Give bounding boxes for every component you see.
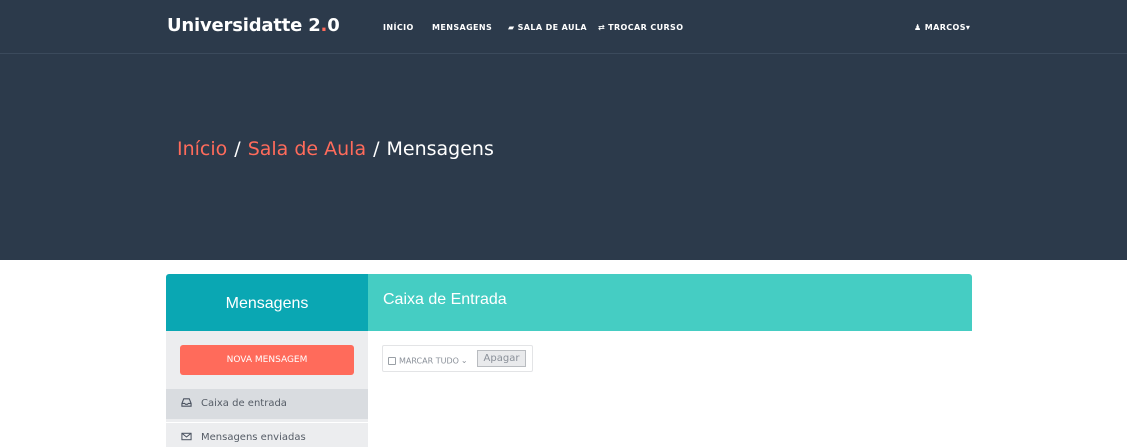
brand-logo[interactable]: Universidatte 2.0 bbox=[167, 15, 340, 36]
select-all-checkbox[interactable] bbox=[388, 356, 396, 365]
select-all-label: MARCAR TUDO bbox=[399, 356, 459, 366]
top-navbar: Universidatte 2.0 INÍCIO MENSAGENS ▰ SALA… bbox=[0, 0, 1127, 54]
user-menu[interactable]: ♟ MARCOS▾ bbox=[914, 23, 970, 32]
sidebar: NOVA MENSAGEM Caixa de entrada Mensagens… bbox=[166, 331, 368, 447]
nav-link-mensagens[interactable]: MENSAGENS bbox=[432, 23, 492, 32]
main-header: Caixa de Entrada bbox=[368, 274, 972, 331]
chevron-down-icon: ⌄ bbox=[460, 356, 468, 366]
sidebar-title: Mensagens bbox=[225, 295, 309, 312]
brand-end-text: 0 bbox=[327, 15, 340, 36]
exchange-icon: ⇄ bbox=[598, 23, 606, 32]
breadcrumb: Início / Sala de Aula / Mensagens bbox=[177, 138, 494, 160]
breadcrumb-link-inicio[interactable]: Início bbox=[177, 138, 227, 160]
envelope-icon bbox=[181, 432, 192, 441]
sidebar-item-inbox[interactable]: Caixa de entrada bbox=[166, 389, 368, 419]
nav-link-label: TROCAR CURSO bbox=[608, 23, 684, 32]
delete-button[interactable]: Apagar bbox=[477, 350, 526, 367]
nav-link-sala-de-aula[interactable]: ▰ SALA DE AULA bbox=[508, 23, 587, 32]
nav-link-label: MENSAGENS bbox=[432, 23, 493, 32]
breadcrumb-separator: / bbox=[373, 138, 380, 160]
brand-main-text: Universidatte 2 bbox=[167, 15, 321, 36]
sidebar-item-label: Mensagens enviadas bbox=[201, 432, 306, 443]
main-title: Caixa de Entrada bbox=[383, 291, 507, 308]
breadcrumb-current: Mensagens bbox=[386, 138, 494, 160]
book-icon: ▰ bbox=[508, 23, 515, 32]
message-toolbar: MARCAR TUDO ⌄ Apagar bbox=[382, 345, 533, 372]
select-all-dropdown[interactable]: MARCAR TUDO ⌄ bbox=[388, 352, 468, 366]
nav-link-inicio[interactable]: INÍCIO bbox=[383, 23, 414, 32]
caret-down-icon: ▾ bbox=[965, 23, 971, 32]
inbox-icon bbox=[181, 398, 192, 407]
hero-banner: Universidatte 2.0 INÍCIO MENSAGENS ▰ SALA… bbox=[0, 0, 1127, 260]
user-name: MARCOS bbox=[924, 23, 966, 32]
nav-link-label: SALA DE AULA bbox=[517, 23, 588, 32]
sidebar-header: Mensagens bbox=[166, 274, 368, 331]
sidebar-item-sent[interactable]: Mensagens enviadas bbox=[166, 423, 368, 447]
breadcrumb-separator: / bbox=[234, 138, 241, 160]
new-message-button[interactable]: NOVA MENSAGEM bbox=[180, 345, 354, 375]
sidebar-item-label: Caixa de entrada bbox=[201, 398, 287, 409]
nav-link-trocar-curso[interactable]: ⇄ TROCAR CURSO bbox=[598, 23, 683, 32]
breadcrumb-link-sala-de-aula[interactable]: Sala de Aula bbox=[248, 138, 366, 160]
nav-link-label: INÍCIO bbox=[383, 23, 414, 32]
user-icon: ♟ bbox=[914, 23, 922, 32]
